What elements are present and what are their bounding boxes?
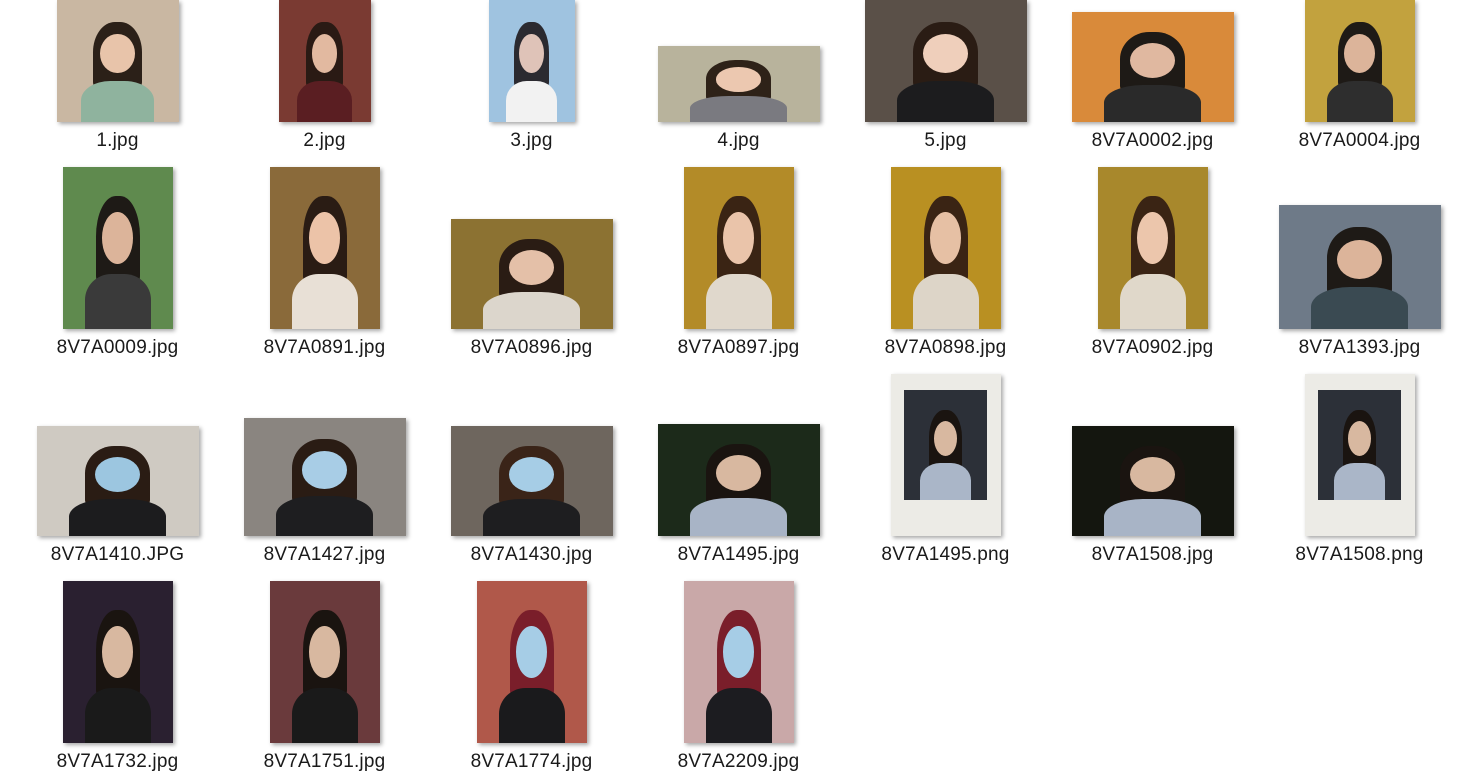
- subject-face: [723, 212, 754, 265]
- file-name-label: 8V7A1393.jpg: [1298, 337, 1421, 358]
- file-name-label: 8V7A1508.png: [1295, 544, 1424, 565]
- file-item[interactable]: 8V7A1508.png: [1256, 0, 1461, 565]
- thumbnail-frame: [635, 366, 842, 536]
- subject-face: [508, 456, 555, 492]
- image-thumbnail: [476, 581, 587, 743]
- subject-face: [309, 626, 340, 679]
- subject-body: [498, 687, 565, 743]
- file-name-label: 8V7A2209.jpg: [677, 751, 800, 772]
- thumbnail-frame: [221, 366, 428, 536]
- thumbnail-frame: [14, 366, 221, 536]
- image-thumbnail: [1071, 426, 1234, 536]
- subject-body: [291, 273, 358, 329]
- file-item[interactable]: 8V7A1732.jpg: [14, 0, 221, 772]
- file-item[interactable]: 8V7A1508.jpg: [1049, 0, 1256, 565]
- file-name-label: 8V7A1508.jpg: [1091, 544, 1214, 565]
- thumbnail-frame: [1049, 366, 1256, 536]
- file-name-label: 8V7A0902.jpg: [1091, 337, 1214, 358]
- image-thumbnail: [450, 426, 613, 536]
- image-thumbnail: [890, 374, 1001, 536]
- subject-face: [1129, 456, 1176, 492]
- thumbnail-frame: [1256, 366, 1461, 536]
- subject-body: [482, 291, 581, 329]
- subject-face: [930, 212, 961, 265]
- file-name-label: 8V7A1495.jpg: [677, 544, 800, 565]
- file-grid: 1.jpg 2.jpg 3.jpg 4.jpg 5.jpg 8V7A0002.jpg 8V7…: [0, 0, 1461, 779]
- subject-body: [291, 687, 358, 743]
- subject-face: [102, 212, 133, 265]
- subject-face: [715, 455, 762, 492]
- subject-body: [912, 273, 979, 329]
- subject-face: [516, 626, 547, 679]
- subject-face: [309, 212, 340, 265]
- file-name-label: 8V7A0896.jpg: [470, 337, 593, 358]
- subject-face: [94, 456, 141, 492]
- file-name-label: 8V7A1732.jpg: [56, 751, 179, 772]
- polaroid-photo: [903, 390, 988, 501]
- file-name-label: 8V7A1751.jpg: [263, 751, 386, 772]
- subject-body: [1334, 462, 1385, 501]
- subject-body: [275, 495, 374, 536]
- thumbnail-frame: [428, 366, 635, 536]
- file-name-label: 8V7A1430.jpg: [470, 544, 593, 565]
- subject-body: [1103, 498, 1202, 536]
- thumbnail-frame: [635, 573, 842, 743]
- file-item[interactable]: 8V7A1495.png: [842, 0, 1049, 565]
- subject-body: [705, 273, 772, 329]
- subject-body: [1119, 273, 1186, 329]
- subject-body: [705, 687, 772, 743]
- file-item[interactable]: 8V7A1774.jpg: [428, 0, 635, 772]
- image-thumbnail: [450, 219, 613, 329]
- subject-body: [482, 498, 581, 536]
- subject-body: [689, 497, 788, 536]
- file-item[interactable]: 8V7A2209.jpg: [635, 0, 842, 772]
- image-thumbnail: [657, 424, 820, 536]
- thumbnail-frame: [428, 573, 635, 743]
- subject-face: [301, 451, 348, 489]
- polaroid-photo: [1317, 390, 1402, 501]
- image-thumbnail: [36, 426, 199, 536]
- file-name-label: 8V7A0898.jpg: [884, 337, 1007, 358]
- file-item[interactable]: 8V7A1751.jpg: [221, 0, 428, 772]
- file-name-label: 8V7A0009.jpg: [56, 337, 179, 358]
- subject-face: [1137, 212, 1168, 265]
- file-name-label: 8V7A1495.png: [881, 544, 1010, 565]
- image-thumbnail: [1304, 374, 1415, 536]
- thumbnail-frame: [842, 366, 1049, 536]
- file-name-label: 8V7A1774.jpg: [470, 751, 593, 772]
- subject-face: [102, 626, 133, 679]
- subject-body: [68, 498, 167, 536]
- file-name-label: 8V7A1410.JPG: [50, 544, 185, 565]
- image-thumbnail: [1278, 205, 1441, 329]
- image-thumbnail: [62, 581, 173, 743]
- subject-face: [508, 249, 555, 285]
- thumbnail-frame: [221, 573, 428, 743]
- file-name-label: 8V7A0891.jpg: [263, 337, 386, 358]
- file-name-label: 8V7A1427.jpg: [263, 544, 386, 565]
- subject-body: [84, 687, 151, 743]
- subject-body: [84, 273, 151, 329]
- thumbnail-frame: [14, 573, 221, 743]
- subject-body: [920, 462, 971, 501]
- file-name-label: 8V7A0897.jpg: [677, 337, 800, 358]
- subject-face: [723, 626, 754, 679]
- image-thumbnail: [243, 418, 406, 536]
- image-thumbnail: [683, 581, 794, 743]
- subject-body: [1310, 286, 1409, 329]
- image-thumbnail: [269, 581, 380, 743]
